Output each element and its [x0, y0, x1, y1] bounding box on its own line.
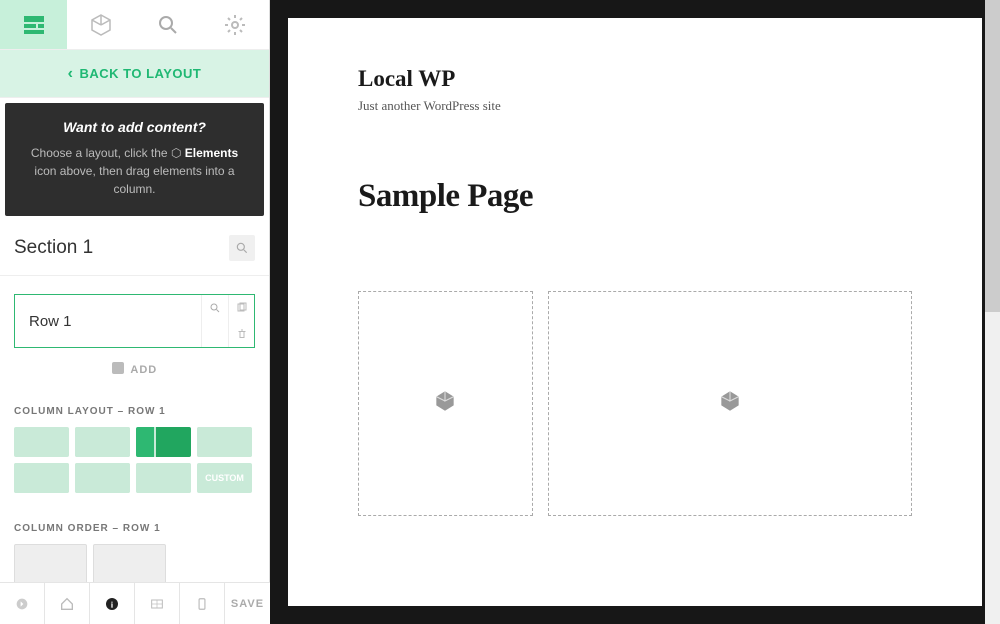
home-button[interactable]	[45, 583, 90, 624]
top-tabs	[0, 0, 269, 50]
section-name[interactable]: Section 1	[14, 237, 221, 259]
cube-placeholder-icon	[717, 388, 743, 419]
layout-1col[interactable]	[14, 427, 69, 457]
tab-settings[interactable]	[202, 0, 269, 49]
tab-inspector[interactable]	[135, 0, 202, 49]
bottom-bar: i SAVE	[0, 582, 270, 624]
cube-icon	[89, 13, 113, 37]
plus-icon	[112, 362, 124, 374]
gear-icon	[223, 13, 247, 37]
row-actions	[201, 295, 254, 347]
mobile-icon	[195, 597, 209, 611]
column-dropzone-1[interactable]	[358, 291, 533, 516]
preview-canvas[interactable]: Local WP Just another WordPress site Sam…	[288, 18, 982, 606]
layout-5col[interactable]	[136, 463, 191, 493]
save-button[interactable]: SAVE	[225, 583, 270, 624]
back-label: BACK TO LAYOUT	[79, 66, 201, 81]
skeleton-button[interactable]	[135, 583, 180, 624]
preview-scrollbar[interactable]	[985, 0, 1000, 624]
layout-2col-2-1[interactable]	[197, 427, 252, 457]
column-order-label: COLUMN ORDER – ROW 1	[14, 523, 255, 534]
tab-layout[interactable]	[0, 0, 67, 49]
site-tagline: Just another WordPress site	[358, 98, 912, 114]
order-option-1[interactable]	[14, 544, 87, 584]
home-icon	[59, 596, 75, 612]
page-title: Sample Page	[358, 178, 912, 215]
info-button[interactable]: i	[90, 583, 135, 624]
undo-button[interactable]	[0, 583, 45, 624]
sidebar: ‹ BACK TO LAYOUT Want to add content? Ch…	[0, 0, 270, 624]
row-search-button[interactable]	[202, 295, 228, 321]
column-order-options	[14, 544, 255, 584]
row-delete-button[interactable]	[228, 321, 254, 347]
info-icon: i	[104, 596, 120, 612]
mobile-button[interactable]	[180, 583, 225, 624]
order-option-2[interactable]	[93, 544, 166, 584]
search-icon	[235, 241, 249, 255]
help-box: Want to add content? Choose a layout, cl…	[5, 103, 264, 216]
add-row-button[interactable]: ADD	[14, 362, 255, 376]
layout-2col-even[interactable]	[75, 427, 130, 457]
search-icon	[209, 302, 221, 314]
layout-custom[interactable]: CUSTOM	[197, 463, 252, 493]
trash-icon	[236, 328, 248, 340]
cube-placeholder-icon	[432, 388, 458, 419]
row-columns	[358, 291, 912, 516]
scrollbar-thumb[interactable]	[985, 0, 1000, 312]
skeleton-icon	[149, 596, 165, 612]
site-title: Local WP	[358, 66, 912, 92]
row-duplicate-button[interactable]	[228, 295, 254, 321]
tab-elements[interactable]	[67, 0, 134, 49]
row-item[interactable]: Row 1	[14, 294, 255, 348]
layout-4col[interactable]	[75, 463, 130, 493]
layout-3col[interactable]	[14, 463, 69, 493]
row-name: Row 1	[15, 295, 201, 347]
back-to-layout-button[interactable]: ‹ BACK TO LAYOUT	[0, 50, 269, 98]
cube-icon-inline: ⬡	[171, 146, 181, 160]
layout-2col-1-2[interactable]	[136, 427, 191, 457]
column-dropzone-2[interactable]	[548, 291, 912, 516]
section-search-button[interactable]	[229, 235, 255, 261]
save-label: SAVE	[231, 598, 264, 610]
undo-icon	[14, 596, 30, 612]
search-icon	[156, 13, 180, 37]
column-layout-label: COLUMN LAYOUT – ROW 1	[14, 406, 255, 417]
preview-frame: Local WP Just another WordPress site Sam…	[270, 0, 1000, 624]
help-title: Want to add content?	[23, 117, 246, 138]
section-body: Row 1	[0, 276, 269, 624]
add-label: ADD	[130, 364, 157, 376]
help-desc: Choose a layout, click the ⬡ Elements ic…	[23, 144, 246, 198]
layout-icon	[22, 13, 46, 37]
copy-icon	[236, 302, 248, 314]
chevron-left-icon: ‹	[68, 65, 74, 83]
column-layout-options: CUSTOM	[14, 427, 255, 493]
section-header: Section 1	[0, 221, 269, 276]
